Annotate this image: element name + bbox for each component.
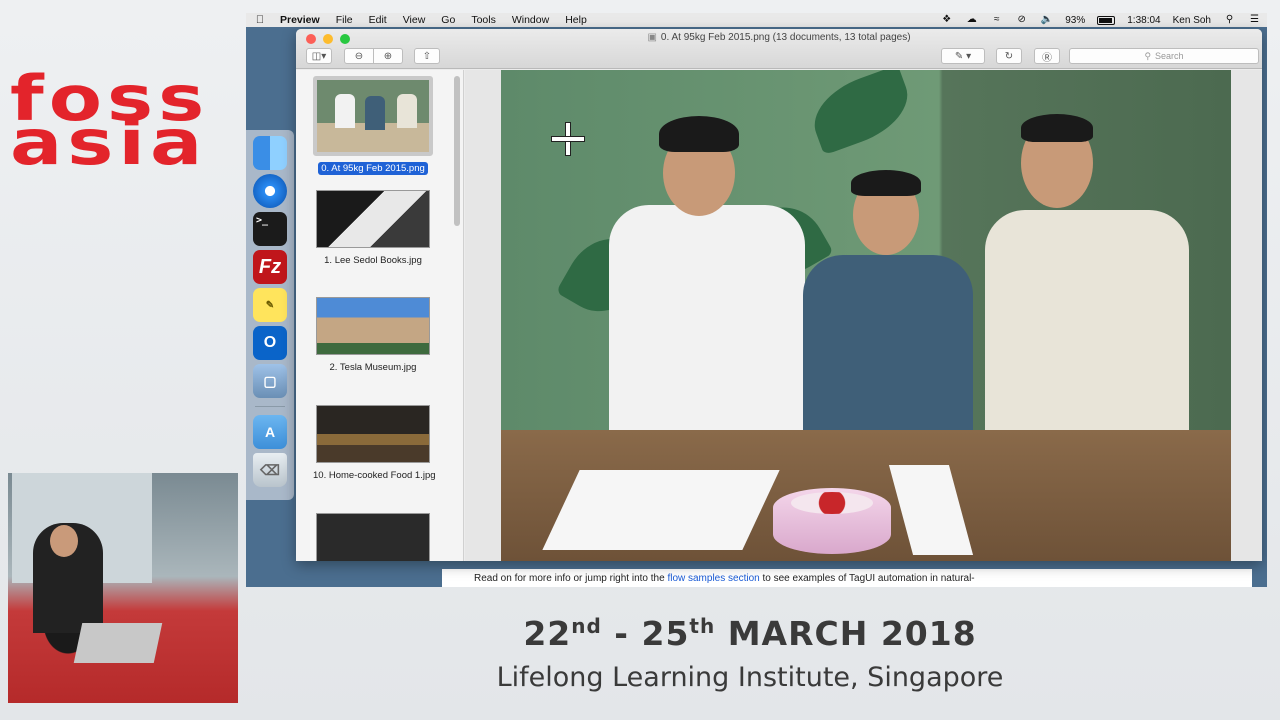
zoom-out-button[interactable]: ⊖ (344, 48, 374, 64)
wifi-icon[interactable]: ≈ (990, 15, 1003, 25)
cloud-icon[interactable]: ☁ (965, 15, 978, 25)
menu-app-preview[interactable]: Preview (280, 14, 320, 26)
markup-toolbar-button[interactable]: Ⓡ (1034, 48, 1060, 64)
document-canvas[interactable] (465, 70, 1262, 561)
wall-leaf-decoration (803, 70, 919, 156)
window-title-text: 0. At 95kg Feb 2015.png (13 documents, 1… (660, 32, 911, 43)
trash-icon[interactable]: ⌫ (253, 453, 287, 487)
mac-desktop:  Preview File Edit View Go Tools Window… (246, 13, 1267, 587)
fossasia-logo: foss asia (10, 68, 236, 174)
preview-window: ▣ 0. At 95kg Feb 2015.png (13 documents, … (296, 29, 1262, 561)
window-titlebar: ▣ 0. At 95kg Feb 2015.png (13 documents, … (296, 29, 1262, 69)
thumbnail-item[interactable]: 1. Lee Sedol Books.jpg (310, 190, 436, 268)
person-hair (1021, 114, 1093, 142)
volume-icon[interactable]: 🔈 (1040, 15, 1053, 25)
person-white-shirt (609, 205, 805, 465)
finder-icon[interactable] (253, 136, 287, 170)
battery-percent[interactable]: 93% (1065, 15, 1085, 26)
apple-icon[interactable]:  (252, 14, 268, 26)
document-icon: ▣ (647, 32, 657, 43)
dropbox-icon[interactable]: ❖ (940, 15, 953, 25)
safari-icon[interactable] (253, 174, 287, 208)
clock[interactable]: 1:38:04 (1127, 15, 1160, 26)
speaker-laptop (73, 623, 163, 663)
cake-box-lid (542, 470, 780, 550)
rotate-button[interactable]: ↻ (996, 48, 1022, 64)
stickies-icon[interactable]: ✎ (253, 288, 287, 322)
thumbnail-item[interactable]: 0. At 95kg Feb 2015.png (310, 76, 436, 176)
sidebar-scrollbar[interactable] (454, 76, 460, 226)
speaker-camera-feed (8, 473, 238, 703)
browser-text-before: Read on for more info or jump right into… (474, 573, 668, 584)
person-hair (851, 170, 921, 196)
event-venue: Lifelong Learning Institute, Singapore (496, 662, 1004, 693)
thumbnail-label: 0. At 95kg Feb 2015.png (318, 162, 428, 175)
person-hair (659, 116, 739, 152)
thumbnail-item[interactable]: 2. Tesla Museum.jpg (310, 297, 436, 375)
flow-samples-link[interactable]: flow samples section (667, 573, 759, 584)
filezilla-icon[interactable]: Fz (253, 250, 287, 284)
share-button[interactable]: ⇧ (414, 48, 440, 64)
birthday-cake (773, 488, 891, 554)
dock: >_ Fz ✎ O ▢ A ⌫ (246, 130, 294, 500)
thumbnail-image[interactable] (316, 513, 430, 561)
thumbnail-sidebar: 0. At 95kg Feb 2015.png 1. Lee Sedol Boo… (296, 70, 464, 561)
menu-window[interactable]: Window (512, 14, 549, 26)
do-not-disturb-icon[interactable]: ⊘ (1015, 15, 1028, 25)
thumbnail-image[interactable] (316, 405, 430, 463)
thumbnail-image[interactable] (316, 190, 430, 248)
background-browser-content: Read on for more info or jump right into… (442, 569, 1252, 587)
browser-text-after: to see examples of TagUI automation in n… (759, 573, 975, 584)
search-input[interactable]: ⚲ Search (1069, 48, 1259, 64)
thumbnail-image[interactable] (313, 76, 433, 156)
menu-file[interactable]: File (336, 14, 353, 26)
event-dates: 22nd - 25th MARCH 2018 (523, 614, 977, 653)
sidebar-toggle-button[interactable]: ◫▾ (306, 48, 332, 64)
search-icon: ⚲ (1144, 50, 1152, 61)
preview-icon[interactable]: ▢ (253, 364, 287, 398)
zoom-in-button[interactable]: ⊕ (373, 48, 403, 64)
menu-edit[interactable]: Edit (369, 14, 387, 26)
menu-go[interactable]: Go (441, 14, 455, 26)
notification-center-icon[interactable]: ☰ (1248, 15, 1261, 25)
thumbnail-label: 2. Tesla Museum.jpg (329, 362, 417, 373)
thumbnail-label: 1. Lee Sedol Books.jpg (324, 255, 422, 266)
markup-pen-button[interactable]: ✎ ▾ (941, 48, 985, 64)
main-photo[interactable] (501, 70, 1231, 561)
thumbnail-item[interactable]: 10. Home-cooked Food 1.jpg (310, 405, 436, 483)
speaker-head (50, 525, 78, 557)
menu-help[interactable]: Help (565, 14, 587, 26)
thumbnail-item[interactable] (310, 513, 436, 561)
dock-separator (255, 406, 285, 407)
menu-bar:  Preview File Edit View Go Tools Window… (246, 13, 1267, 27)
search-placeholder: Search (1155, 51, 1184, 61)
terminal-icon[interactable]: >_ (253, 212, 287, 246)
status-tray: ❖ ☁ ≈ ⊘ 🔈 93% 1:38:04 Ken Soh ⚲ ☰ (940, 15, 1261, 26)
thumbnail-image[interactable] (316, 297, 430, 355)
applications-folder-icon[interactable]: A (253, 415, 287, 449)
window-title: ▣ 0. At 95kg Feb 2015.png (13 documents, … (296, 32, 1262, 43)
menu-tools[interactable]: Tools (471, 14, 496, 26)
crosshair-cursor-icon (551, 122, 585, 156)
thumbnail-label: 10. Home-cooked Food 1.jpg (313, 470, 436, 481)
spotlight-search-icon[interactable]: ⚲ (1223, 15, 1236, 25)
user-name[interactable]: Ken Soh (1173, 15, 1211, 26)
outlook-icon[interactable]: O (253, 326, 287, 360)
battery-icon[interactable] (1097, 15, 1116, 25)
menu-view[interactable]: View (403, 14, 426, 26)
